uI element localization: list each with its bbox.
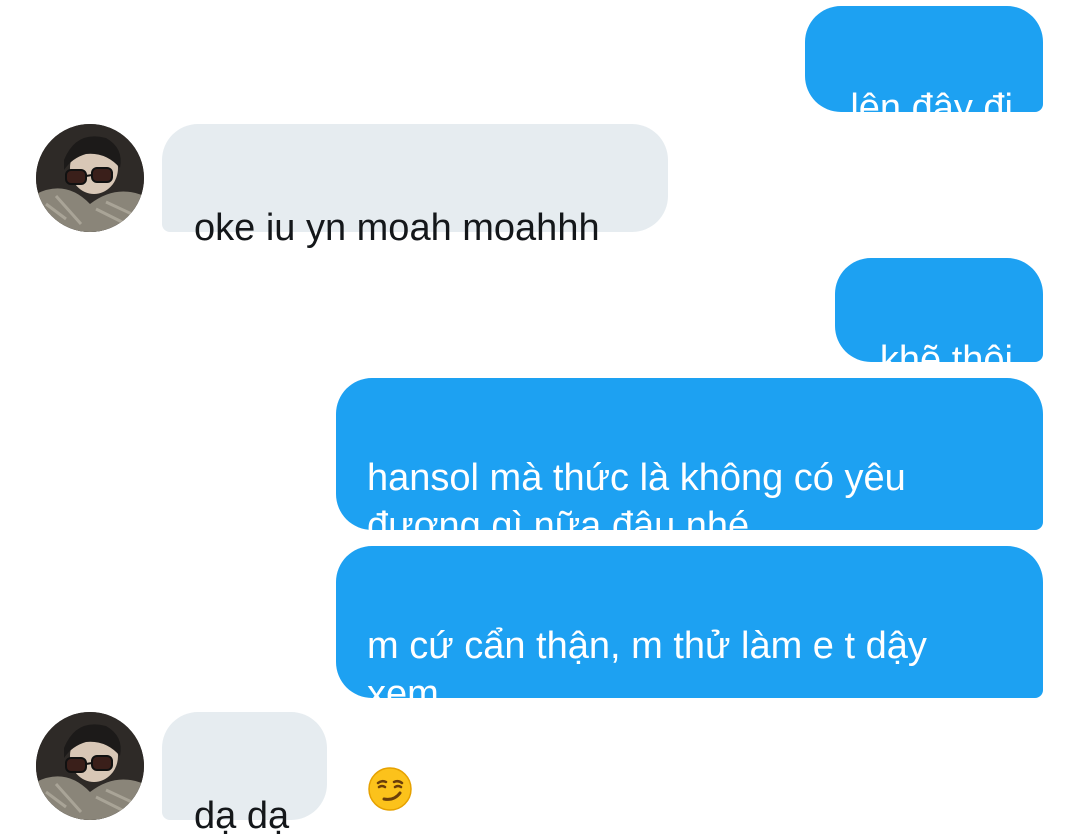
message-text: m cứ cẩn thận, m thử làm e t dậy xem (367, 625, 927, 715)
avatar-photo (36, 712, 144, 820)
received-message-bubble[interactable]: oke iu yn moah moahhh (162, 124, 668, 249)
sent-message-bubble[interactable]: m cứ cẩn thận, m thử làm e t dậy xem (336, 546, 1043, 811)
contact-avatar[interactable] (36, 712, 144, 820)
sent-message-bubble[interactable]: lên đây đi (805, 6, 1043, 129)
message-text: khẽ thôi (879, 339, 1013, 381)
message-text: dạ dạ (194, 795, 290, 837)
avatar-photo (36, 124, 144, 232)
contact-avatar[interactable] (36, 124, 144, 232)
message-text: hansol mà thức là không có yêu đương gì … (367, 457, 906, 547)
sent-message-bubble[interactable]: khẽ thôi (835, 258, 1043, 381)
smirking-face-icon (367, 718, 413, 824)
message-text: oke iu yn moah moahhh (194, 207, 600, 249)
sent-message-bubble[interactable]: hansol mà thức là không có yêu đương gì … (336, 378, 1043, 547)
message-text: lên đây đi (850, 87, 1013, 129)
received-message-bubble[interactable]: dạ dạ (162, 712, 327, 837)
